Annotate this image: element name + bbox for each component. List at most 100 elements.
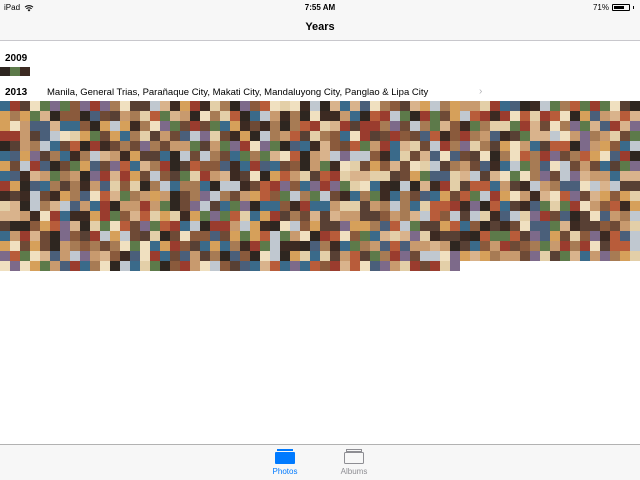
- photo-thumbnail[interactable]: [160, 181, 170, 191]
- chevron-right-icon[interactable]: ›: [479, 86, 482, 97]
- photo-thumbnail[interactable]: [60, 221, 70, 231]
- photo-thumbnail[interactable]: [360, 241, 370, 251]
- photo-thumbnail[interactable]: [430, 141, 440, 151]
- photo-thumbnail[interactable]: [150, 101, 160, 111]
- photo-thumbnail[interactable]: [150, 171, 160, 181]
- photo-thumbnail[interactable]: [430, 151, 440, 161]
- photo-thumbnail[interactable]: [520, 191, 530, 201]
- photo-thumbnail[interactable]: [210, 191, 220, 201]
- photo-thumbnail[interactable]: [630, 101, 640, 111]
- photo-thumbnail[interactable]: [360, 141, 370, 151]
- photo-thumbnail[interactable]: [200, 231, 210, 241]
- photo-thumbnail[interactable]: [530, 241, 540, 251]
- photo-thumbnail[interactable]: [200, 131, 210, 141]
- photo-thumbnail[interactable]: [30, 231, 40, 241]
- photo-thumbnail[interactable]: [570, 221, 580, 231]
- photo-thumbnail[interactable]: [270, 251, 280, 261]
- photo-thumbnail[interactable]: [630, 221, 640, 231]
- photo-thumbnail[interactable]: [30, 151, 40, 161]
- photo-thumbnail[interactable]: [140, 111, 150, 121]
- photo-thumbnail[interactable]: [300, 131, 310, 141]
- photo-thumbnail[interactable]: [180, 221, 190, 231]
- photo-thumbnail[interactable]: [370, 111, 380, 121]
- photo-thumbnail[interactable]: [100, 221, 110, 231]
- photo-thumbnail[interactable]: [80, 141, 90, 151]
- photo-thumbnail[interactable]: [410, 221, 420, 231]
- photo-thumbnail[interactable]: [420, 131, 430, 141]
- photo-thumbnail[interactable]: [210, 231, 220, 241]
- photo-thumbnail[interactable]: [380, 141, 390, 151]
- photo-thumbnail[interactable]: [420, 251, 430, 261]
- photo-thumbnail[interactable]: [470, 131, 480, 141]
- photo-thumbnail[interactable]: [530, 171, 540, 181]
- photo-thumbnail[interactable]: [280, 171, 290, 181]
- photo-thumbnail[interactable]: [620, 191, 630, 201]
- photo-thumbnail[interactable]: [550, 201, 560, 211]
- photo-thumbnail[interactable]: [60, 101, 70, 111]
- photo-thumbnail[interactable]: [130, 131, 140, 141]
- photo-thumbnail[interactable]: [0, 241, 10, 251]
- photo-thumbnail[interactable]: [510, 121, 520, 131]
- photo-thumbnail[interactable]: [230, 221, 240, 231]
- photo-thumbnail[interactable]: [320, 241, 330, 251]
- photo-thumbnail[interactable]: [460, 131, 470, 141]
- photo-thumbnail[interactable]: [490, 241, 500, 251]
- photo-thumbnail[interactable]: [470, 161, 480, 171]
- photo-thumbnail[interactable]: [500, 211, 510, 221]
- photo-thumbnail[interactable]: [450, 171, 460, 181]
- photo-thumbnail[interactable]: [50, 181, 60, 191]
- photo-thumbnail[interactable]: [420, 141, 430, 151]
- photo-thumbnail[interactable]: [120, 231, 130, 241]
- photo-thumbnail[interactable]: [120, 111, 130, 121]
- photo-thumbnail[interactable]: [570, 181, 580, 191]
- photo-thumbnail[interactable]: [270, 191, 280, 201]
- photo-thumbnail[interactable]: [130, 181, 140, 191]
- photo-thumbnail[interactable]: [290, 211, 300, 221]
- photo-thumbnail[interactable]: [570, 201, 580, 211]
- photo-thumbnail[interactable]: [440, 131, 450, 141]
- photo-thumbnail[interactable]: [520, 101, 530, 111]
- photo-thumbnail[interactable]: [440, 111, 450, 121]
- photo-thumbnail[interactable]: [300, 121, 310, 131]
- photo-thumbnail[interactable]: [270, 201, 280, 211]
- photo-thumbnail[interactable]: [630, 231, 640, 241]
- photo-thumbnail[interactable]: [350, 211, 360, 221]
- photo-thumbnail[interactable]: [160, 211, 170, 221]
- photo-thumbnail[interactable]: [630, 181, 640, 191]
- photo-thumbnail[interactable]: [370, 161, 380, 171]
- photo-thumbnail[interactable]: [530, 101, 540, 111]
- photo-thumbnail[interactable]: [330, 231, 340, 241]
- photo-thumbnail[interactable]: [350, 161, 360, 171]
- photo-thumbnail[interactable]: [50, 151, 60, 161]
- photo-thumbnail[interactable]: [390, 251, 400, 261]
- photo-thumbnail[interactable]: [30, 251, 40, 261]
- photo-thumbnail[interactable]: [560, 211, 570, 221]
- photo-thumbnail[interactable]: [120, 191, 130, 201]
- photo-thumbnail[interactable]: [370, 171, 380, 181]
- photo-thumbnail[interactable]: [360, 221, 370, 231]
- photo-thumbnail[interactable]: [180, 151, 190, 161]
- photo-thumbnail[interactable]: [340, 121, 350, 131]
- photo-thumbnail[interactable]: [40, 131, 50, 141]
- photo-thumbnail[interactable]: [180, 121, 190, 131]
- photo-thumbnail[interactable]: [330, 171, 340, 181]
- photo-thumbnail[interactable]: [550, 211, 560, 221]
- photo-thumbnail[interactable]: [260, 151, 270, 161]
- photo-thumbnail[interactable]: [540, 231, 550, 241]
- photo-thumbnail[interactable]: [170, 261, 180, 271]
- photo-thumbnail[interactable]: [350, 121, 360, 131]
- photo-thumbnail[interactable]: [600, 201, 610, 211]
- photo-thumbnail[interactable]: [310, 201, 320, 211]
- photo-thumbnail[interactable]: [580, 251, 590, 261]
- photo-thumbnail[interactable]: [390, 131, 400, 141]
- photo-thumbnail[interactable]: [150, 191, 160, 201]
- photo-thumbnail[interactable]: [260, 261, 270, 271]
- photo-thumbnail[interactable]: [280, 191, 290, 201]
- photo-thumbnail[interactable]: [120, 211, 130, 221]
- photo-thumbnail[interactable]: [310, 161, 320, 171]
- photo-thumbnail[interactable]: [10, 221, 20, 231]
- photo-thumbnail[interactable]: [480, 121, 490, 131]
- photo-thumbnail[interactable]: [150, 251, 160, 261]
- photo-thumbnail[interactable]: [510, 201, 520, 211]
- photo-thumbnail[interactable]: [440, 251, 450, 261]
